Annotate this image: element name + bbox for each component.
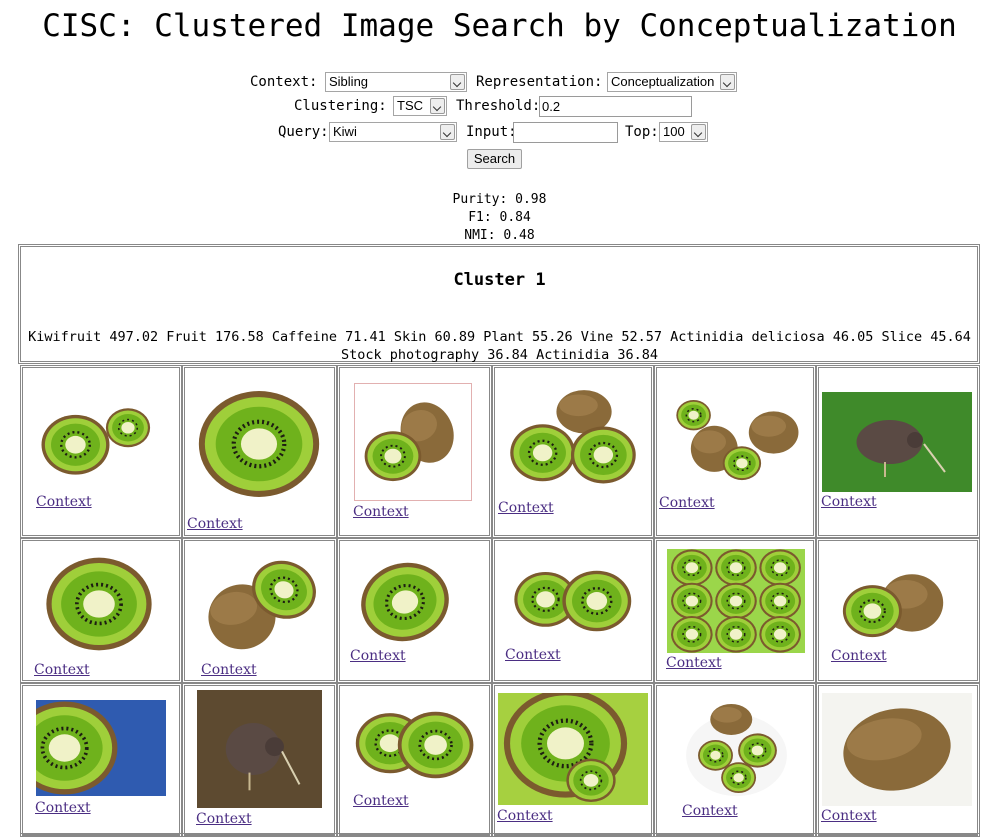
top-select-value: 100	[663, 124, 685, 139]
nmi-metric: NMI: 0.48	[464, 228, 535, 243]
page-title: CISC: Clustered Image Search by Conceptu…	[42, 8, 957, 44]
top-label: Top:	[625, 124, 659, 140]
context-label: Context:	[250, 74, 318, 90]
chevron-down-icon	[440, 124, 455, 140]
result-cell	[654, 833, 816, 837]
result-image-kiwi-slice-closeup[interactable]	[195, 380, 323, 508]
result-image-kiwi-bird[interactable]	[822, 392, 972, 492]
f1-metric: F1: 0.84	[468, 210, 531, 225]
context-link[interactable]: Context	[36, 494, 92, 510]
context-link[interactable]: Context	[353, 504, 409, 520]
context-link[interactable]: Context	[353, 793, 409, 809]
result-image-kiwi-bird-2[interactable]	[197, 690, 322, 808]
context-link[interactable]: Context	[35, 800, 91, 816]
representation-select-value: Conceptualization	[611, 74, 715, 89]
cluster-terms: Kiwifruit 497.02 Fruit 176.58 Caffeine 7…	[22, 328, 977, 364]
top-select[interactable]: 100	[659, 122, 708, 142]
cluster-title: Cluster 1	[453, 270, 546, 290]
result-image-kiwi-halves-group[interactable]	[504, 388, 642, 496]
clustering-label: Clustering:	[294, 98, 387, 114]
result-cell	[182, 833, 337, 837]
query-select[interactable]: Kiwi	[329, 122, 457, 142]
chevron-down-icon	[691, 124, 706, 140]
cluster-terms-line-2: Stock photography 36.84 Actinidia 36.84	[341, 347, 658, 363]
input-label: Input:	[466, 124, 517, 140]
result-image-kiwi-whole-and-half-2[interactable]	[834, 566, 954, 648]
result-image-kiwi-plate[interactable]	[684, 702, 789, 799]
chevron-down-icon	[430, 98, 445, 114]
context-select[interactable]: Sibling	[325, 72, 467, 92]
context-link[interactable]: Context	[34, 662, 90, 678]
chevron-down-icon	[450, 74, 465, 90]
threshold-input[interactable]: 0.2	[539, 96, 692, 117]
result-image-kiwi-slices-pile[interactable]	[667, 549, 805, 653]
threshold-label: Threshold:	[456, 98, 541, 114]
result-image-kiwi-half-dark[interactable]	[355, 556, 455, 648]
context-link[interactable]: Context	[196, 811, 252, 827]
context-link[interactable]: Context	[682, 803, 738, 819]
representation-select[interactable]: Conceptualization	[607, 72, 737, 92]
context-link[interactable]: Context	[201, 662, 257, 678]
context-link[interactable]: Context	[666, 655, 722, 671]
context-link[interactable]: Context	[821, 494, 877, 510]
purity-metric: Purity: 0.98	[452, 192, 547, 207]
search-button[interactable]: Search	[467, 149, 522, 169]
result-image-kiwi-two-halves-2[interactable]	[354, 700, 474, 790]
result-image-kiwi-two-halves[interactable]	[505, 560, 640, 642]
representation-label: Representation:	[476, 74, 603, 90]
result-image-kiwi-slice-macro[interactable]	[498, 693, 648, 805]
result-cell	[20, 833, 182, 837]
context-link[interactable]: Context	[187, 516, 243, 532]
context-link[interactable]: Context	[659, 495, 715, 511]
context-link[interactable]: Context	[497, 808, 553, 824]
chevron-down-icon	[720, 74, 735, 90]
result-image-kiwi-slice-blue[interactable]	[36, 700, 166, 796]
result-image-kiwi-whole-and-half[interactable]	[354, 383, 472, 501]
result-image-kiwi-halves[interactable]	[38, 398, 163, 483]
context-link[interactable]: Context	[350, 648, 406, 664]
cluster-terms-line-1: Kiwifruit 497.02 Fruit 176.58 Caffeine 7…	[28, 329, 971, 345]
result-cell	[816, 833, 980, 837]
context-select-value: Sibling	[329, 74, 369, 89]
context-link[interactable]: Context	[831, 648, 887, 664]
input-field[interactable]	[513, 122, 618, 143]
result-image-kiwi-whole[interactable]	[822, 693, 972, 806]
context-link[interactable]: Context	[505, 647, 561, 663]
query-label: Query:	[278, 124, 329, 140]
context-link[interactable]: Context	[821, 808, 877, 824]
clustering-select[interactable]: TSC	[393, 96, 447, 116]
clustering-select-value: TSC	[397, 98, 423, 113]
context-link[interactable]: Context	[498, 500, 554, 516]
result-cell	[337, 833, 492, 837]
result-image-kiwi-group[interactable]	[666, 396, 804, 492]
result-image-kiwi-half-large[interactable]	[38, 548, 160, 660]
result-cell	[492, 833, 654, 837]
result-image-kiwi-peeled[interactable]	[200, 552, 320, 660]
query-select-value: Kiwi	[333, 124, 357, 139]
